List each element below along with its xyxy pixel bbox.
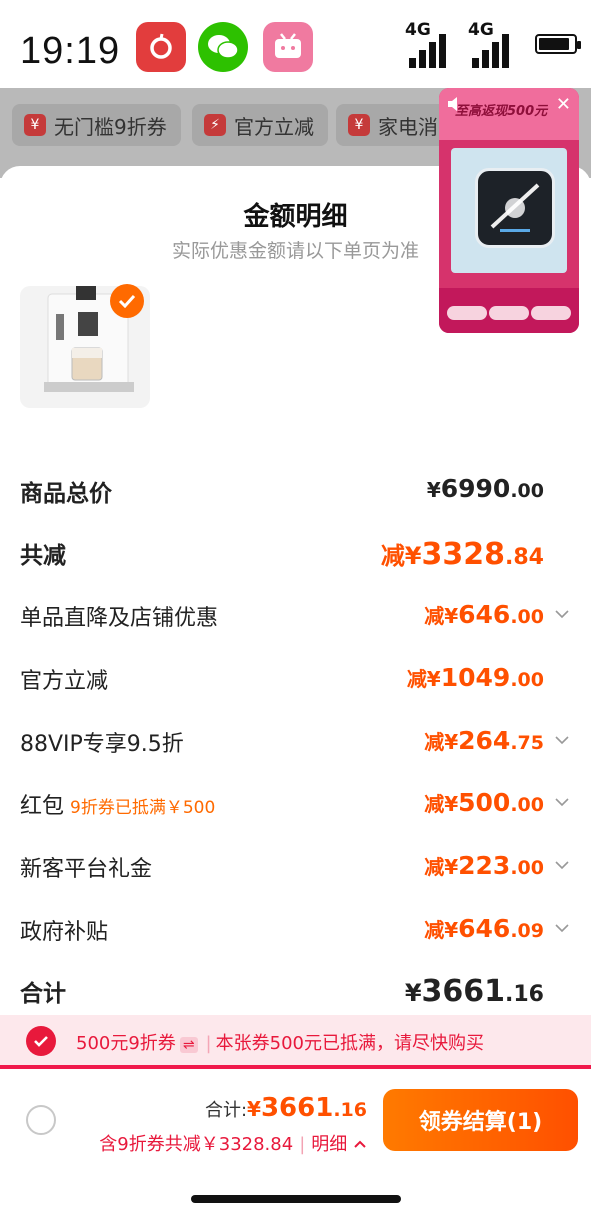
row-new-customer-gift[interactable]: 新客平台礼金 减¥223.00 (20, 851, 572, 891)
detail-link[interactable]: 明细 (311, 1134, 347, 1155)
row-amount: 减¥1049.00 (406, 663, 544, 692)
signal-icon: 4G (405, 20, 455, 72)
lightning-icon: ⚡ (204, 114, 226, 136)
coupon-message: 本张券500元已抵满，请尽快购买 (215, 1033, 484, 1054)
netease-music-icon (136, 22, 186, 72)
signal-icon-2: 4G (468, 20, 518, 72)
battery-icon (535, 34, 581, 54)
status-bar: 19:19 4G 4G (0, 0, 591, 88)
row-amount: 减¥3328.84 (380, 537, 544, 572)
selected-check-icon (110, 284, 144, 318)
chevron-down-icon[interactable] (552, 855, 572, 875)
coupon-chip[interactable]: ¥ 无门槛9折券 (12, 104, 181, 146)
row-red-packet[interactable]: 红包 9折券已抵满￥500 减¥500.00 (20, 788, 572, 828)
close-icon[interactable]: ✕ (556, 94, 571, 115)
official-discount-chip[interactable]: ⚡ 官方立减 (192, 104, 328, 146)
coupon-icon: ¥ (348, 114, 370, 136)
chevron-down-icon[interactable] (552, 918, 572, 938)
appliance-chip[interactable]: ¥ 家电消 (336, 104, 452, 146)
row-government-subsidy[interactable]: 政府补贴 减¥646.09 (20, 914, 572, 954)
checkout-button[interactable]: 领券结算(1) (383, 1089, 578, 1151)
row-total-discount: 共减 减¥3328.84 (20, 537, 544, 572)
row-amount: ¥6990.00 (426, 474, 544, 503)
bilibili-icon (263, 22, 313, 72)
page: 19:19 4G 4G ¥ 无门槛9折券 ⚡ 官方立减 ¥ 家电消 金额明细 实… (0, 0, 591, 1216)
row-amount: 减¥264.75 (424, 726, 544, 755)
row-goods-total: 商品总价 ¥6990.00 (20, 474, 544, 507)
ad-title: 至高返现500元 (455, 104, 548, 119)
swap-icon[interactable]: ⇌ (179, 1037, 198, 1053)
row-amount: 减¥646.00 (424, 600, 544, 629)
floating-ad[interactable]: 至高返现500元 ✕ (439, 88, 579, 333)
coupon-strip: 500元9折券 ⇌ | 本张券500元已抵满，请尽快购买 (0, 1015, 591, 1069)
row-official-discount: 官方立减 减¥1049.00 (20, 663, 544, 694)
coupon-check-icon[interactable] (26, 1026, 56, 1056)
bottom-total: 合计:¥3661.16 (204, 1093, 367, 1123)
savings-line: 含9折券共减￥3328.84 | 明细 (99, 1130, 367, 1156)
chevron-up-icon[interactable] (353, 1138, 367, 1150)
select-all-radio[interactable] (26, 1105, 56, 1135)
row-amount: ¥3661.16 (404, 974, 544, 1009)
coupon-name[interactable]: 500元9折券 (76, 1033, 176, 1054)
row-88vip[interactable]: 88VIP专享9.5折 减¥264.75 (20, 726, 572, 766)
row-store-discount[interactable]: 单品直降及店铺优惠 减¥646.00 (20, 600, 572, 640)
savings-text: 含9折券共减￥3328.84 (99, 1134, 294, 1155)
chevron-down-icon[interactable] (552, 792, 572, 812)
row-grand-total: 合计 ¥3661.16 (20, 974, 544, 1009)
coupon-tag: 9折券已抵满￥500 (70, 798, 216, 818)
home-indicator (191, 1195, 401, 1203)
row-amount: 减¥500.00 (424, 788, 544, 817)
row-amount: 减¥223.00 (424, 851, 544, 880)
chevron-down-icon[interactable] (552, 730, 572, 750)
clock: 19:19 (20, 30, 121, 72)
row-amount: 减¥646.09 (424, 914, 544, 943)
wechat-icon (198, 22, 248, 72)
coupon-icon: ¥ (24, 114, 46, 136)
chevron-down-icon[interactable] (552, 604, 572, 624)
dishwasher-image (475, 168, 555, 248)
